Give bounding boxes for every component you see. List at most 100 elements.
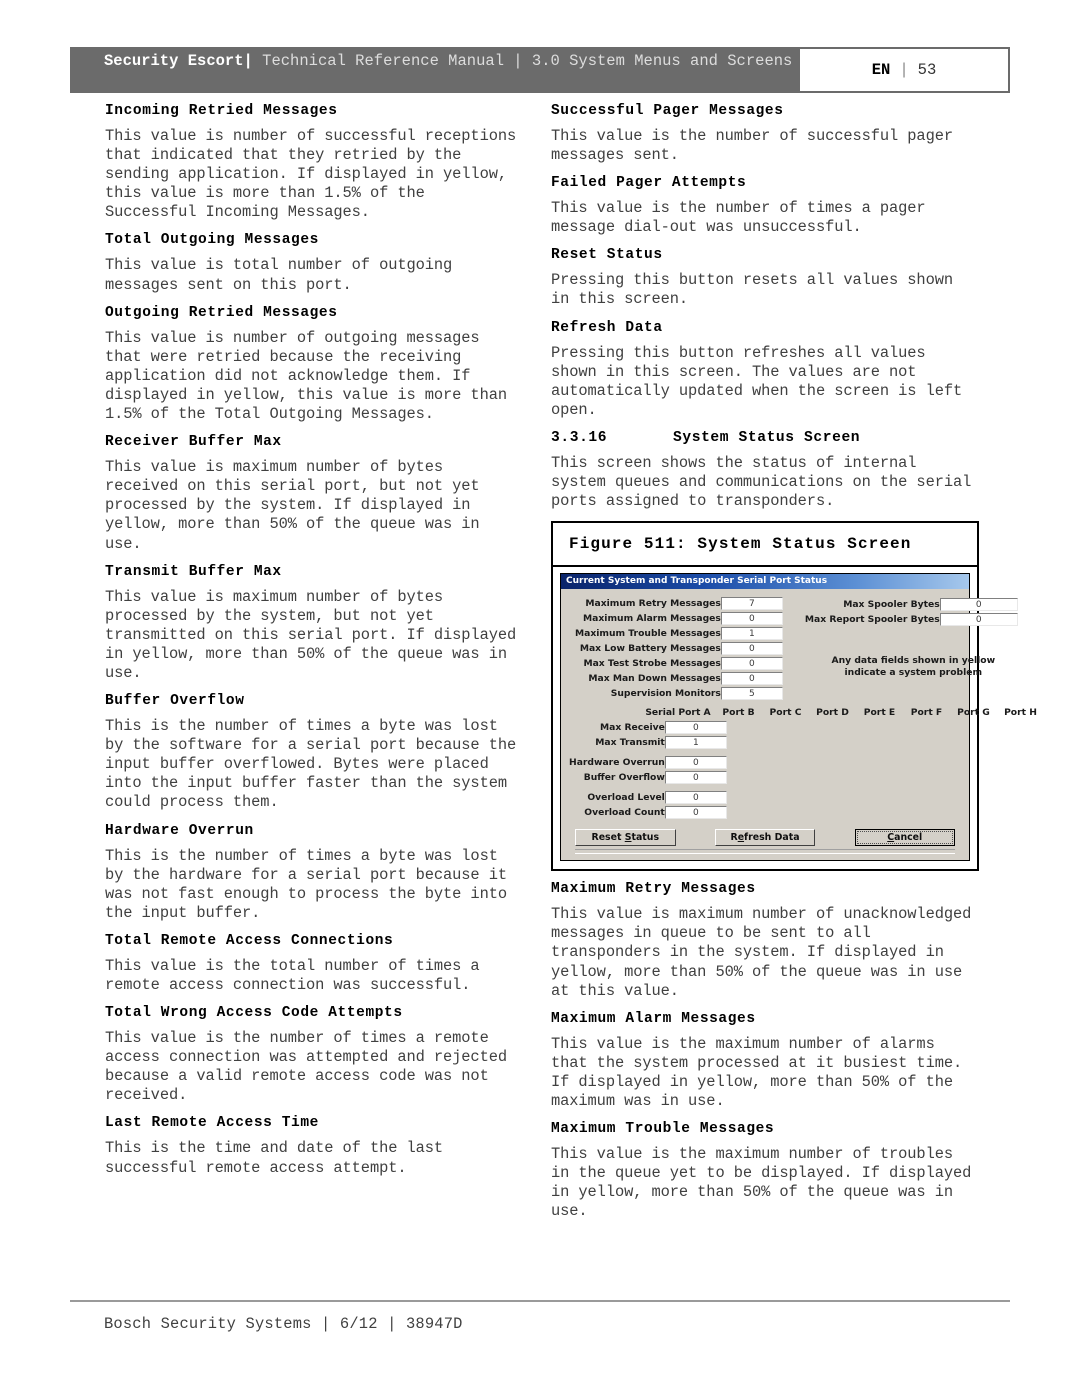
button-label: Reset Status: [591, 832, 660, 844]
dialog-field-row: Hardware Overrun 0: [569, 755, 727, 770]
right-fields-table: Max Spooler Bytes 0 Max Report Spooler Byt…: [805, 597, 1018, 627]
field-value-cell: 1: [720, 626, 783, 641]
section-number: 3.3.16: [551, 429, 608, 446]
field-value-cell: 5: [720, 686, 783, 701]
field-value-input[interactable]: 0: [664, 771, 727, 785]
subsection-heading: Total Wrong Access Code Attempts: [105, 1005, 403, 1022]
field-label: Max Transmit: [595, 737, 665, 749]
header-title-bar: Security Escort| Technical Reference Man…: [70, 47, 800, 93]
section-body: This screen shows the status of internal…: [551, 453, 972, 511]
subsection-heading: Total Remote Access Connections: [105, 932, 394, 949]
button-label: Cancel: [887, 832, 923, 844]
subsection-body: This value is the maximum number of trou…: [551, 1145, 972, 1221]
field-label: Buffer Overflow: [583, 772, 665, 784]
figure-block: Figure 511: System Status Screen Current…: [551, 521, 1037, 872]
figure-image: Current System and Transponder Serial Po…: [553, 567, 1037, 870]
subsection-heading: Transmit Buffer Max: [105, 563, 282, 580]
field-value-cell: 7: [720, 596, 783, 611]
subsection-heading: Maximum Retry Messages: [551, 881, 756, 898]
field-value-input[interactable]: 1: [720, 627, 783, 641]
yellow-warning-note: Any data fields shown in yellow indicate…: [809, 655, 1018, 679]
port-column-header: Port B: [722, 707, 755, 719]
footer-rule: [70, 1300, 1010, 1302]
subsection-body: This value is maximum number of bytes pr…: [105, 587, 517, 682]
field-label: Max Test Strobe Messages: [583, 658, 721, 670]
field-label: Overload Level: [587, 792, 665, 804]
field-label: Max Receive: [600, 722, 665, 734]
section-title: System Status Screen: [673, 429, 861, 446]
header-brand: Security Escort: [104, 52, 244, 70]
subsection-body: This value is the total number of times …: [105, 956, 480, 994]
header-separator: |: [243, 52, 253, 70]
port-header-spacer: [569, 707, 641, 718]
subsection-body: This value is total number of outgoing m…: [105, 256, 453, 294]
dialog-field-row: Max Low Battery Messages 0: [575, 641, 783, 656]
field-value-input[interactable]: 0: [720, 642, 783, 656]
dialog-field-row: Max Report Spooler Bytes 0: [805, 612, 1018, 627]
field-value-input[interactable]: 0: [939, 598, 1018, 612]
left-column: Incoming Retried Messages This value is n…: [105, 103, 525, 1188]
field-label: Maximum Trouble Messages: [575, 628, 721, 640]
page-separator: |: [899, 61, 909, 79]
dialog-field-row: Max Spooler Bytes 0: [805, 597, 1018, 612]
field-label: Max Man Down Messages: [588, 673, 721, 685]
page-header: Security Escort| Technical Reference Man…: [70, 47, 1010, 93]
subsection-heading: Maximum Alarm Messages: [551, 1010, 756, 1027]
field-value-input[interactable]: 1: [664, 736, 727, 750]
subsection-heading: Buffer Overflow: [105, 693, 245, 710]
subsection-body: This value is number of successful recep…: [105, 127, 517, 222]
field-value-cell: 0: [720, 641, 783, 656]
dialog-title-bar: Current System and Transponder Serial Po…: [561, 574, 969, 590]
field-label: Maximum Retry Messages: [585, 598, 721, 610]
field-label: Overload Count: [584, 807, 665, 819]
field-value-cell: 1: [664, 735, 727, 750]
subsection-body: Pressing this button refreshes all value…: [551, 343, 963, 419]
field-value-input[interactable]: 0: [720, 672, 783, 686]
port-column-header: Port E: [863, 707, 896, 719]
field-value-cell: 0: [664, 805, 727, 820]
port-column-header: Port D: [816, 707, 849, 719]
field-value-input[interactable]: 0: [664, 756, 727, 770]
field-value-input[interactable]: 0: [939, 613, 1018, 627]
subsection-heading: Total Outgoing Messages: [105, 232, 319, 249]
subsection-heading: Last Remote Access Time: [105, 1115, 319, 1132]
field-label: Max Report Spooler Bytes: [804, 614, 940, 626]
dialog-field-row: Maximum Retry Messages 7: [575, 596, 783, 611]
port-header-row: Serial Port A Port B Port C Port D Port E Por…: [569, 707, 1037, 719]
subsection-heading: Outgoing Retried Messages: [105, 304, 338, 321]
note-line-2: indicate a system problem: [844, 667, 983, 679]
button-label: Refresh Data: [730, 832, 800, 844]
cancel-button[interactable]: Cancel: [854, 829, 956, 847]
dialog-field-row: Overload Count 0: [569, 805, 727, 820]
field-value-input[interactable]: 0: [664, 791, 727, 805]
port-column-header: Port F: [910, 707, 943, 719]
field-value-input[interactable]: 0: [720, 657, 783, 671]
field-value-input[interactable]: 0: [664, 806, 727, 820]
field-value-cell: 0: [720, 656, 783, 671]
field-value-input[interactable]: 0: [664, 721, 727, 735]
subsection-body: This value is number of outgoing message…: [105, 328, 507, 424]
field-value-input[interactable]: 7: [720, 597, 783, 611]
dialog-field-row: Max Receive 0: [569, 720, 727, 735]
field-value-input[interactable]: 0: [720, 612, 783, 626]
refresh-data-button[interactable]: Refresh Data: [714, 829, 816, 847]
reset-status-button[interactable]: Reset Status: [575, 829, 676, 847]
field-value-input[interactable]: 5: [720, 687, 783, 701]
subsection-heading: Hardware Overrun: [105, 822, 254, 839]
field-value-cell: 0: [939, 612, 1018, 627]
port-rows-table: Max Receive 0 Max Transmit 1 Hardware Overru…: [569, 720, 727, 820]
note-line-1: Any data fields shown in yellow: [831, 655, 996, 667]
figure-caption: Figure 511: System Status Screen: [553, 523, 977, 568]
subsection-heading: Maximum Trouble Messages: [551, 1121, 775, 1138]
subsection-heading: Failed Pager Attempts: [551, 175, 747, 192]
field-label: Hardware Overrun: [569, 757, 665, 769]
dialog-field-row: Max Man Down Messages 0: [575, 671, 783, 686]
subsection-heading: Receiver Buffer Max: [105, 434, 282, 451]
system-status-dialog: Current System and Transponder Serial Po…: [560, 573, 1037, 862]
left-fields-table: Maximum Retry Messages 7 Maximum Alarm Mes…: [575, 596, 783, 701]
port-column-header: Port C: [769, 707, 802, 719]
field-value-cell: 0: [720, 611, 783, 626]
subsection-heading: Incoming Retried Messages: [105, 103, 338, 119]
dialog-field-row: Maximum Alarm Messages 0: [575, 611, 783, 626]
field-label: Supervision Monitors: [610, 688, 721, 700]
